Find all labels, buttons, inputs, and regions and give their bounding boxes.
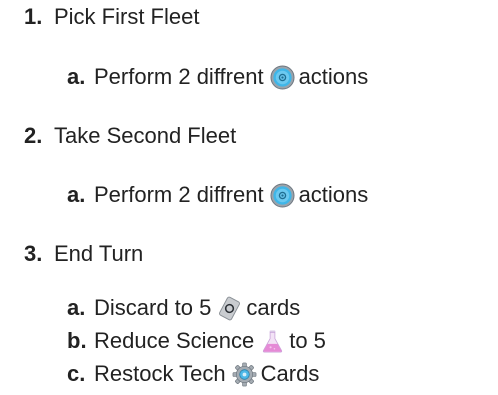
- substep-suffix: actions: [298, 182, 369, 207]
- action-disc-icon: [270, 182, 295, 208]
- turn-steps-list: 1. Pick First Fleet a. Perform 2 diffren…: [0, 0, 498, 395]
- step-3-substep-c: c. Restock Tech Cards: [67, 360, 319, 388]
- substep-suffix: to 5: [289, 328, 326, 353]
- substep-text: Restock Tech: [94, 361, 226, 386]
- substep-letter: a.: [67, 64, 86, 89]
- card-icon: [217, 296, 242, 321]
- action-disc-icon: [270, 64, 295, 90]
- step-3-substep-a: a. Discard to 5 cards: [67, 294, 300, 322]
- substep-suffix: cards: [246, 295, 301, 320]
- substep-suffix: actions: [298, 64, 369, 89]
- substep-suffix: Cards: [260, 361, 320, 386]
- substep-letter: b.: [67, 328, 87, 353]
- step-number: 2.: [24, 123, 43, 148]
- substep-text: Perform 2 diffrent: [94, 182, 264, 207]
- flask-icon: [260, 329, 285, 354]
- step-text: Pick First Fleet: [54, 4, 200, 29]
- substep-letter: a.: [67, 182, 86, 207]
- step-number: 1.: [24, 4, 43, 29]
- step-text: End Turn: [54, 241, 144, 266]
- step-1: 1. Pick First Fleet: [24, 3, 199, 31]
- substep-text: Reduce Science: [94, 328, 255, 353]
- step-2-substep-a: a. Perform 2 diffrent actions: [67, 181, 368, 209]
- gear-icon: [232, 362, 257, 387]
- substep-text: Perform 2 diffrent: [94, 64, 264, 89]
- step-1-substep-a: a. Perform 2 diffrent actions: [67, 63, 368, 91]
- substep-text: Discard to 5: [94, 295, 212, 320]
- substep-letter: a.: [67, 295, 86, 320]
- step-3-substep-b: b. Reduce Science to 5: [67, 327, 326, 355]
- substep-letter: c.: [67, 361, 86, 386]
- step-text: Take Second Fleet: [54, 123, 237, 148]
- step-2: 2. Take Second Fleet: [24, 122, 236, 150]
- step-number: 3.: [24, 241, 43, 266]
- step-3: 3. End Turn: [24, 240, 143, 268]
